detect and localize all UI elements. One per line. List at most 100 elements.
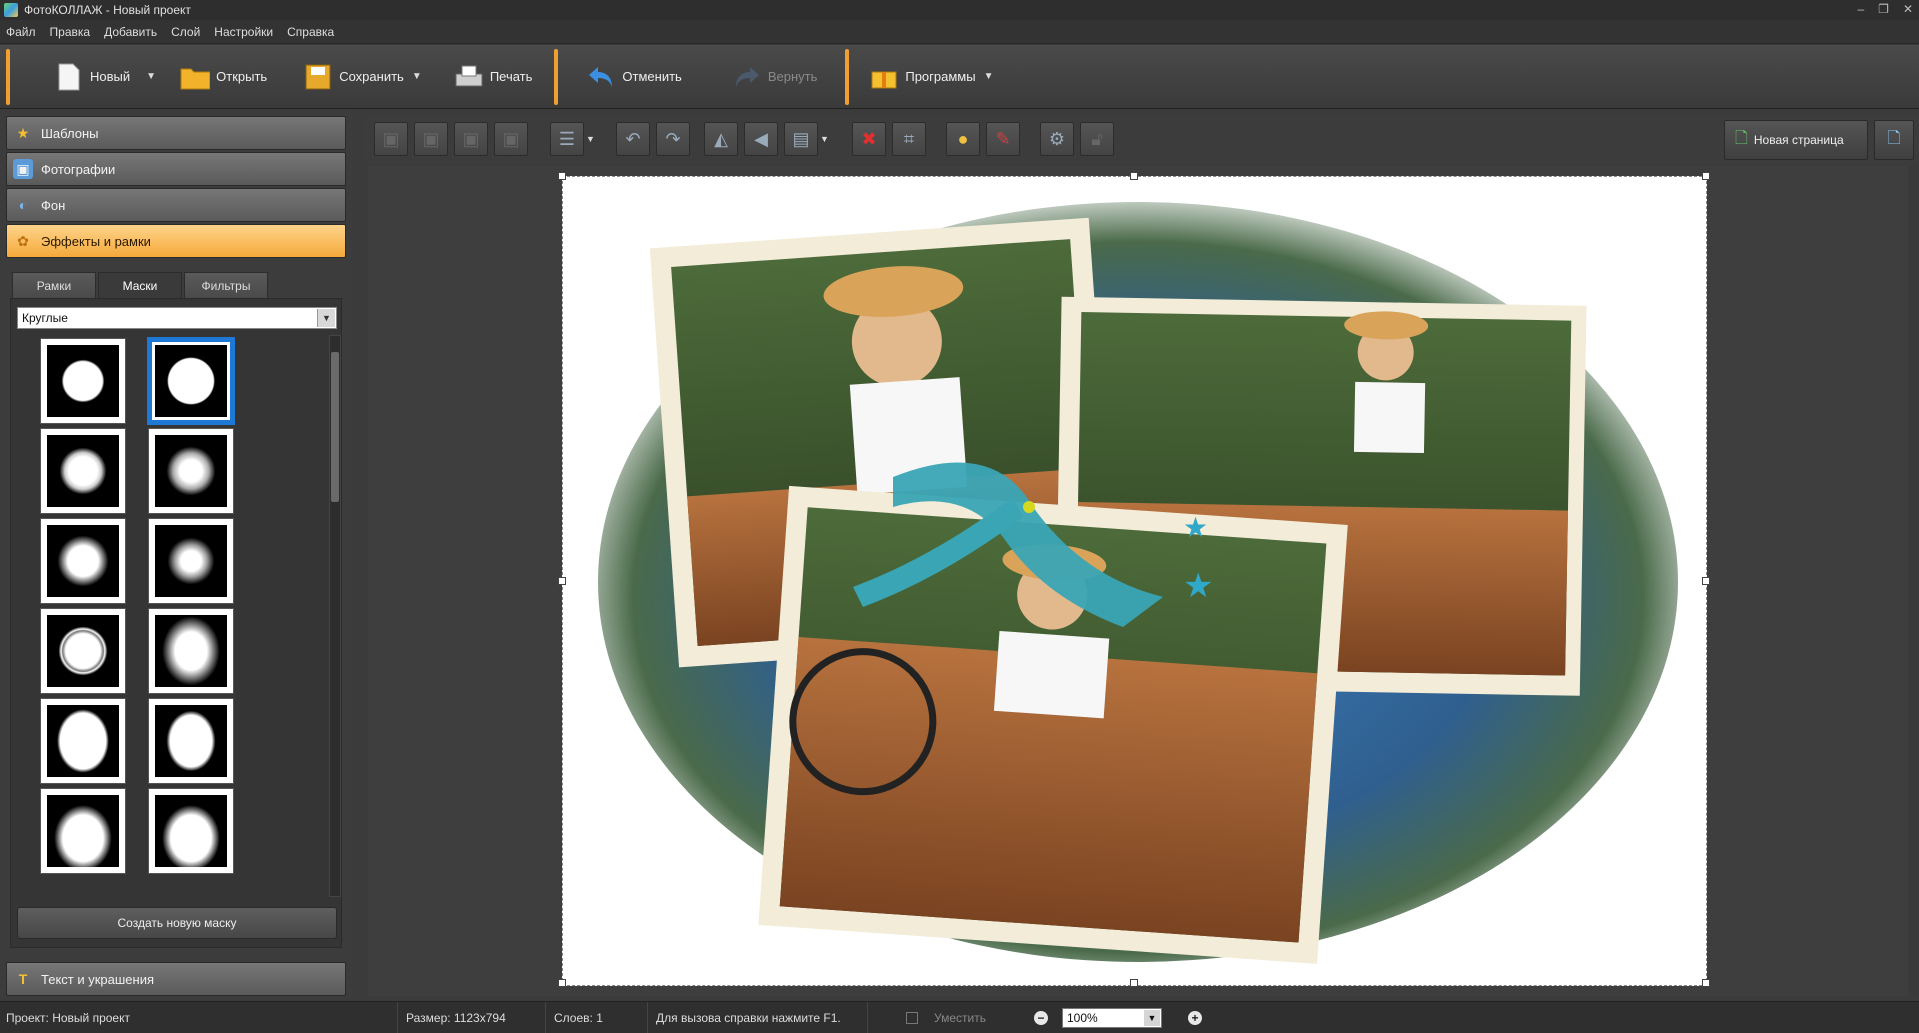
mask-spiky[interactable] (148, 518, 234, 604)
close-icon[interactable]: ✕ (1903, 2, 1913, 16)
mask-oval[interactable] (40, 698, 126, 784)
page-settings-button[interactable]: 🗋︎ (1874, 120, 1914, 160)
save-label: Сохранить (339, 69, 404, 84)
bring-forward-button[interactable]: ▣ (414, 122, 448, 156)
section-templates[interactable]: ★ Шаблоны (6, 116, 346, 150)
zoom-chevron-down-icon[interactable]: ▼ (1144, 1009, 1160, 1026)
toolbar-separator (845, 48, 850, 105)
mask-burst[interactable] (40, 428, 126, 514)
print-button[interactable]: Печать (446, 49, 541, 105)
resize-handle[interactable] (1130, 172, 1138, 180)
fit-dropdown-icon[interactable]: ▼ (820, 134, 829, 144)
collage-page[interactable]: ★ ★ (558, 172, 1710, 987)
effects-button[interactable]: ● (946, 122, 980, 156)
new-page-button[interactable]: 🗋︎ Новая страница (1724, 120, 1868, 160)
section-photos[interactable]: ▣ Фотографии (6, 152, 346, 186)
minimize-icon[interactable]: – (1857, 2, 1864, 16)
mask-round-1[interactable] (40, 338, 126, 424)
save-button[interactable]: Сохранить (295, 49, 412, 105)
tab-masks[interactable]: Маски (98, 272, 182, 298)
rotate-left-icon: ↶ (625, 128, 641, 149)
properties-button[interactable]: ⚙ (1040, 122, 1074, 156)
section-background-label: Фон (41, 197, 66, 213)
mask-ring[interactable] (40, 608, 126, 694)
open-label: Открыть (216, 69, 268, 84)
send-back-button[interactable]: ▣ (494, 122, 528, 156)
tab-filters[interactable]: Фильтры (184, 272, 268, 298)
mask-preview (155, 525, 227, 597)
rotate-left-button[interactable]: ↶ (616, 122, 650, 156)
resize-handle[interactable] (558, 172, 566, 180)
align-button[interactable]: ☰ (550, 122, 584, 156)
section-background[interactable]: ◐ Фон (6, 188, 346, 222)
resize-handle[interactable] (1702, 172, 1710, 180)
palette-icon: ✿ (17, 232, 29, 249)
zoom-out-button[interactable]: − (1034, 1010, 1048, 1025)
edit-photo-button[interactable]: ✎ (986, 122, 1020, 156)
bring-front-button[interactable]: ▣ (374, 122, 408, 156)
rotation-handle[interactable] (1023, 501, 1035, 513)
delete-button[interactable]: ✖ (852, 122, 886, 156)
menu-edit[interactable]: Правка (50, 25, 91, 39)
save-dropdown-icon[interactable]: ▼ (412, 71, 426, 82)
photos-icon: ▣ (13, 159, 33, 179)
maximize-icon[interactable]: ❐ (1878, 2, 1889, 16)
mask-next-row[interactable] (148, 788, 234, 874)
resize-handle[interactable] (558, 979, 566, 987)
mask-swirl[interactable] (148, 428, 234, 514)
mask-soft-round[interactable] (40, 518, 126, 604)
star-icon: ★ (16, 124, 30, 141)
left-panel: ★ Шаблоны ▣ Фотографии ◐ Фон ✿ Эффекты и… (0, 110, 352, 998)
section-effects-frames[interactable]: ✿ Эффекты и рамки (6, 224, 346, 258)
mask-category-select[interactable]: Круглые ▼ (17, 307, 337, 329)
redo-arrow-icon (732, 60, 762, 94)
resize-handle[interactable] (1702, 577, 1710, 585)
zoom-in-button[interactable]: + (1188, 1010, 1202, 1025)
fit-size-button[interactable]: ▤ (784, 122, 818, 156)
tab-frames[interactable]: Рамки (12, 272, 96, 298)
masks-scrollbar[interactable] (329, 335, 341, 897)
menu-help[interactable]: Справка (287, 25, 334, 39)
create-mask-button[interactable]: Создать новую маску (17, 907, 337, 939)
flip-vertical-button[interactable]: ◀ (744, 122, 778, 156)
fit-checkbox-box[interactable] (906, 1011, 918, 1024)
resize-handle[interactable] (558, 577, 566, 585)
mask-preview (155, 435, 227, 507)
menu-add[interactable]: Добавить (104, 25, 157, 39)
section-text-decorations[interactable]: T Текст и украшения (6, 962, 346, 996)
new-dropdown-icon[interactable]: ▼ (146, 71, 160, 82)
menu-bar: Файл Правка Добавить Слой Настройки Спра… (0, 20, 1919, 44)
right-collapse-strip[interactable] (1908, 166, 1919, 996)
programs-dropdown-icon[interactable]: ▼ (984, 71, 998, 82)
rotate-right-button[interactable]: ↷ (656, 122, 690, 156)
resize-handle[interactable] (1130, 979, 1138, 987)
zoom-select[interactable]: 100% ▼ (1062, 1007, 1162, 1028)
toolbar-separator (554, 48, 559, 105)
fit-checkbox[interactable]: Уместить (868, 1002, 1028, 1033)
plus-icon: + (1191, 1010, 1199, 1025)
mask-preview (47, 795, 119, 867)
mask-preview (47, 525, 119, 597)
scrollbar-thumb[interactable] (331, 352, 339, 502)
mask-next-row[interactable] (40, 788, 126, 874)
new-button[interactable]: Новый (46, 49, 138, 105)
redo-button[interactable]: Вернуть (724, 49, 826, 105)
folder-icon (180, 60, 211, 94)
crop-button[interactable]: ⌗ (892, 122, 926, 156)
resize-handle[interactable] (1702, 979, 1710, 987)
menu-layer[interactable]: Слой (171, 25, 200, 39)
chevron-down-icon[interactable]: ▼ (317, 309, 335, 327)
send-backward-button[interactable]: ▣ (454, 122, 488, 156)
mask-oval-rough[interactable] (148, 698, 234, 784)
mask-soft-oval[interactable] (148, 608, 234, 694)
lock-button[interactable]: 🔓︎ (1080, 122, 1114, 156)
menu-file[interactable]: Файл (6, 25, 36, 39)
open-button[interactable]: Открыть (172, 49, 275, 105)
flip-horizontal-icon: ◭ (714, 128, 728, 149)
programs-button[interactable]: Программы (861, 49, 983, 105)
align-dropdown-icon[interactable]: ▼ (586, 134, 595, 144)
menu-settings[interactable]: Настройки (214, 25, 273, 39)
mask-round-2[interactable] (147, 337, 235, 425)
flip-horizontal-button[interactable]: ◭ (704, 122, 738, 156)
undo-button[interactable]: Отменить (578, 49, 689, 105)
